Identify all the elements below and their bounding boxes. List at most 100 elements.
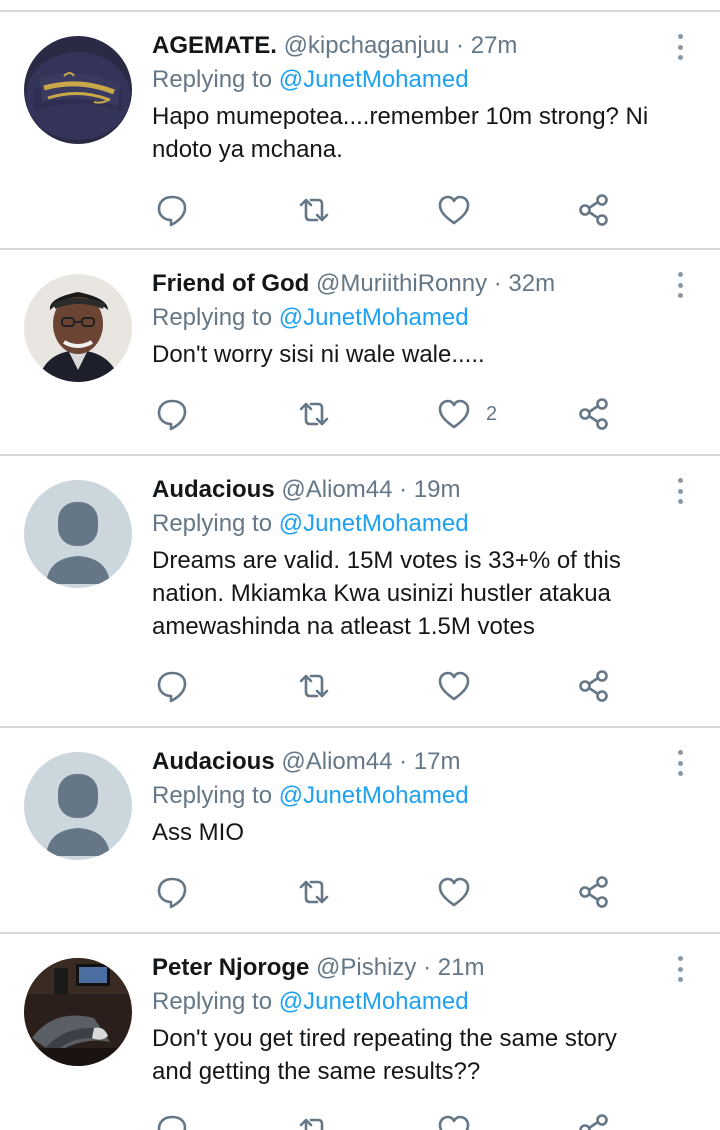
avatar[interactable]: [24, 958, 132, 1066]
replying-to-label: Replying to: [152, 66, 273, 93]
tweet-time[interactable]: 27m: [471, 32, 518, 59]
retweet-icon: [299, 880, 329, 904]
share-icon: [579, 194, 608, 226]
tweet-actions: 2: [152, 396, 632, 432]
tweet-actions: [152, 874, 632, 910]
author-name[interactable]: Audacious: [152, 476, 275, 503]
elderly-man-avatar: [24, 274, 132, 382]
author-name[interactable]: Friend of God: [152, 270, 309, 297]
author-handle[interactable]: @kipchaganjuu: [284, 32, 450, 59]
retweet-button[interactable]: [296, 396, 332, 432]
share-icon: [579, 1114, 608, 1130]
avatar[interactable]: [24, 36, 132, 144]
author-name[interactable]: Audacious: [152, 748, 275, 775]
replying-to: Replying to @JunetMohamed: [152, 62, 660, 98]
tweet[interactable]: AGEMATE. @kipchaganjuu · 27m Replying to…: [0, 12, 720, 250]
retweet-icon: [299, 1118, 324, 1130]
retweet-button[interactable]: [296, 1112, 332, 1130]
heart-icon: [438, 399, 470, 429]
tweet-actions: [152, 192, 632, 228]
heart-icon: [438, 877, 470, 907]
author-handle[interactable]: @MuriithiRonny: [316, 270, 487, 297]
heart-icon: [438, 195, 470, 225]
author-handle[interactable]: @Pishizy: [316, 954, 416, 981]
author-name[interactable]: AGEMATE.: [152, 32, 277, 59]
replying-to: Replying to @JunetMohamed: [152, 300, 660, 336]
heart-icon: [438, 671, 470, 701]
separator-dot: ·: [399, 476, 408, 503]
share-icon: [579, 398, 608, 430]
avatar[interactable]: [24, 752, 132, 860]
default-avatar: [24, 480, 132, 588]
reply-button[interactable]: [154, 1112, 190, 1130]
share-button[interactable]: [576, 668, 612, 704]
reply-button[interactable]: [154, 874, 190, 910]
replying-to-label: Replying to: [152, 782, 273, 809]
separator-dot: ·: [456, 32, 465, 59]
separator-dot: ·: [399, 748, 408, 775]
retweet-icon: [299, 402, 329, 426]
replying-to-mention[interactable]: @JunetMohamed: [279, 66, 469, 93]
author-handle[interactable]: @Aliom44: [281, 476, 392, 503]
author-name[interactable]: Peter Njoroge: [152, 954, 309, 981]
tweet-time[interactable]: 21m: [438, 954, 485, 981]
replying-to: Replying to @JunetMohamed: [152, 506, 660, 542]
tweet[interactable]: Peter Njoroge @Pishizy · 21m Replying to…: [0, 934, 720, 1130]
room-photo-avatar: [24, 958, 132, 1066]
retweet-button[interactable]: [296, 192, 332, 228]
reply-button[interactable]: [154, 668, 190, 704]
like-button[interactable]: [436, 874, 486, 910]
retweet-button[interactable]: [296, 668, 332, 704]
share-button[interactable]: [576, 192, 612, 228]
more-options-icon[interactable]: [672, 272, 688, 298]
author-handle[interactable]: @Aliom44: [281, 748, 392, 775]
reply-icon: [157, 671, 187, 703]
reply-icon: [157, 877, 187, 909]
tweet-time[interactable]: 32m: [508, 270, 555, 297]
tweet-text: Don't worry sisi ni wale wale.....: [152, 341, 485, 368]
like-button[interactable]: [436, 192, 486, 228]
retweet-icon: [299, 674, 329, 698]
tweet-text: Dreams are valid. 15M votes is 33+% of t…: [152, 547, 621, 640]
share-button[interactable]: [576, 1112, 612, 1130]
reply-feed: AGEMATE. @kipchaganjuu · 27m Replying to…: [0, 12, 720, 1130]
replying-to-label: Replying to: [152, 510, 273, 537]
tweet[interactable]: Audacious @Aliom44 · 17m Replying to @Ju…: [0, 728, 720, 934]
tweet-actions: [152, 1112, 632, 1130]
replying-to-mention[interactable]: @JunetMohamed: [279, 304, 469, 331]
tweet[interactable]: Audacious @Aliom44 · 19m Replying to @Ju…: [0, 456, 720, 728]
separator-dot: ·: [493, 270, 502, 297]
like-button[interactable]: [436, 668, 486, 704]
more-options-icon[interactable]: [672, 478, 688, 504]
tweet-text: Ass MIO: [152, 819, 245, 846]
replying-to-mention[interactable]: @JunetMohamed: [279, 988, 469, 1015]
like-button[interactable]: 2: [436, 396, 497, 432]
reply-icon: [157, 1115, 187, 1130]
like-button[interactable]: [436, 1112, 486, 1130]
default-avatar: [24, 752, 132, 860]
replying-to: Replying to @JunetMohamed: [152, 984, 660, 1020]
more-options-icon[interactable]: [672, 34, 688, 60]
retweet-button[interactable]: [296, 874, 332, 910]
replying-to-mention[interactable]: @JunetMohamed: [279, 782, 469, 809]
reply-icon: [157, 399, 187, 431]
share-icon: [579, 670, 608, 702]
reply-button[interactable]: [154, 396, 190, 432]
avatar[interactable]: [24, 480, 132, 588]
share-button[interactable]: [576, 396, 612, 432]
tweet-time[interactable]: 17m: [414, 748, 461, 775]
more-options-icon[interactable]: [672, 956, 688, 982]
reply-button[interactable]: [154, 192, 190, 228]
avatar[interactable]: [24, 274, 132, 382]
tweet[interactable]: Friend of God @MuriithiRonny · 32m Reply…: [0, 250, 720, 456]
more-options-icon[interactable]: [672, 750, 688, 776]
share-icon: [579, 876, 608, 908]
tweet-time[interactable]: 19m: [414, 476, 461, 503]
heart-icon: [438, 1115, 470, 1130]
tweet-text: Don't you get tired repeating the same s…: [152, 1025, 617, 1085]
replying-to-label: Replying to: [152, 304, 273, 331]
tweet-actions: [152, 668, 632, 704]
share-button[interactable]: [576, 874, 612, 910]
replying-to: Replying to @JunetMohamed: [152, 778, 660, 814]
replying-to-mention[interactable]: @JunetMohamed: [279, 510, 469, 537]
